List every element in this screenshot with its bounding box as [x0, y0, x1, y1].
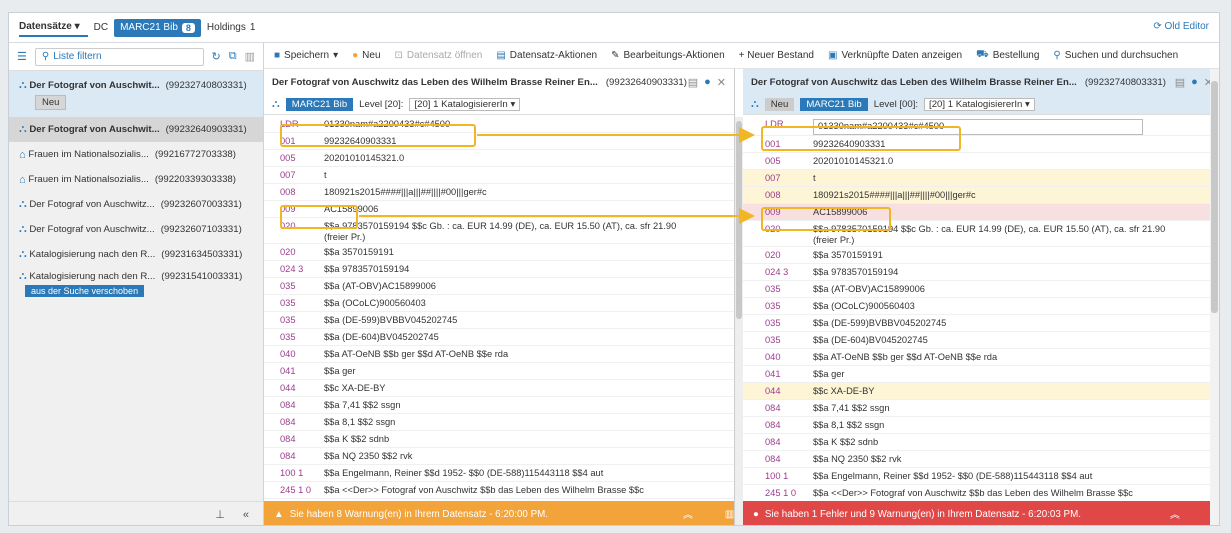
marc-editor-app: Datensätze ▾ DC MARC21 Bib 8 Holdings 1 ⟳ … [8, 12, 1220, 526]
screenshot-frame: Datensätze ▾ DC MARC21 Bib 8 Holdings 1 ⟳ … [0, 0, 1231, 533]
comparison-arrows [359, 127, 755, 224]
